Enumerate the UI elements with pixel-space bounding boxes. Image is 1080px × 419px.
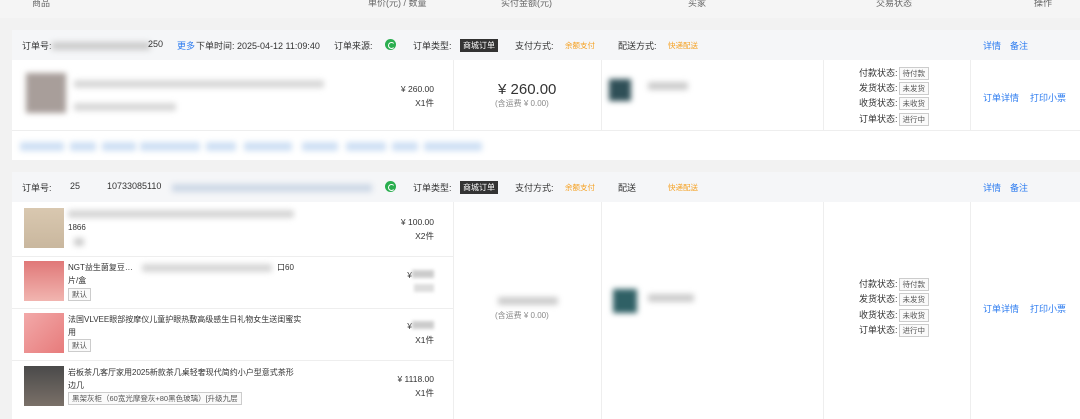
product-spec-blurred [74, 103, 176, 111]
product-line2: 边几 [68, 381, 84, 390]
spec-chip: 黑架灰柜（60宽光摩登灰+80黑色玻璃）[升级九层 [68, 392, 242, 405]
product-line2: 1866 [68, 223, 86, 232]
order-card: 订单号: 25 10733085110 订单类型: 商城订单 支付方式: 余额支… [12, 172, 1080, 419]
col-action: 操作 [1034, 0, 1053, 8]
paid-amount-blurred [498, 297, 558, 305]
order-detail-link[interactable]: 订单详情 [983, 302, 1019, 315]
item-price: ¥ [374, 268, 434, 296]
buyer-name-blurred [648, 294, 694, 302]
product-title: NGT益生菌复豆… [68, 263, 133, 272]
order-time: 下单时间: 2025-04-12 11:09:40 [196, 41, 320, 51]
order-detail-link[interactable]: 订单详情 [983, 91, 1019, 104]
print-ticket-link[interactable]: 打印小票 [1030, 302, 1066, 315]
product-title-blurred [74, 80, 324, 88]
detail-link[interactable]: 详情 [983, 39, 1001, 52]
item-price: ¥ 100.00 X2件 [400, 217, 434, 241]
detail-link[interactable]: 详情 [983, 181, 1001, 194]
product-thumbnail[interactable] [24, 366, 64, 406]
paid-shipping: (含运费 ¥ 0.00) [495, 99, 549, 108]
product-title-blurred [68, 210, 294, 218]
item-price: ¥ X1件 [407, 321, 434, 345]
spec-chip: 默认 [68, 288, 91, 301]
order-type-label: 订单类型: [413, 183, 452, 193]
ship-value: 快递配送 [668, 41, 698, 50]
product-thumbnail[interactable] [26, 73, 66, 113]
order-no-blurred [52, 42, 150, 50]
col-unit-price: 单价(元) / 数量 [368, 0, 427, 8]
col-buyer: 买家 [688, 0, 707, 8]
product-title-blurred [142, 264, 272, 272]
product-thumbnail[interactable] [24, 208, 64, 248]
more-link[interactable]: 更多 [177, 39, 195, 52]
pay-label: 支付方式: [515, 41, 554, 51]
col-product: 商品 [32, 0, 51, 8]
order-header: 订单号: 250 更多 下单时间: 2025-04-12 11:09:40 订单… [12, 30, 1080, 60]
col-paid: 实付金额(元) [501, 0, 552, 8]
item-price: ¥ 260.00 X1件 [400, 84, 434, 108]
product-spec-blurred [74, 238, 84, 246]
spec-chip: 默认 [68, 339, 91, 352]
order-type-badge: 商城订单 [460, 181, 498, 194]
ship-label: 配送 [618, 183, 637, 193]
order-card: 订单号: 250 更多 下单时间: 2025-04-12 11:09:40 订单… [12, 30, 1080, 160]
ship-label: 配送方式: [618, 41, 657, 51]
note-link[interactable]: 备注 [1010, 39, 1028, 52]
order-type-label: 订单类型: [413, 41, 452, 51]
buyer-avatar [609, 79, 631, 101]
order-no-label: 订单号: [22, 183, 52, 193]
paid-amount: ¥ 260.00 [498, 81, 557, 98]
product-line2: 用 [68, 328, 76, 337]
note-link[interactable]: 备注 [1010, 181, 1028, 194]
col-trade-status: 交易状态 [876, 0, 913, 8]
print-ticket-link[interactable]: 打印小票 [1030, 91, 1066, 104]
buyer-avatar [613, 289, 637, 313]
pay-value: 余额支付 [565, 41, 595, 50]
order-no-suffix: 250 [148, 39, 164, 49]
pay-label: 支付方式: [515, 183, 554, 193]
order-time-blurred [172, 184, 372, 192]
product-thumbnail[interactable] [24, 313, 64, 353]
source-label: 订单来源: [334, 41, 373, 51]
product-thumbnail[interactable] [24, 261, 64, 301]
pay-value: 余额支付 [565, 183, 595, 192]
order-header: 订单号: 25 10733085110 订单类型: 商城订单 支付方式: 余额支… [12, 172, 1080, 202]
ship-value: 快递配送 [668, 183, 698, 192]
item-price: ¥ 1118.00 X1件 [397, 374, 434, 398]
order-type-badge: 商城订单 [460, 39, 498, 52]
source-icon [385, 181, 396, 193]
wechat-source-icon [385, 39, 396, 51]
order-no-partial: 10733085110 [107, 181, 162, 191]
order-no-value: 25 [70, 181, 81, 191]
product-line2: 片/盒 [68, 276, 87, 285]
product-title: 法国VLVEE眼部按摩仪儿童护眼热敷高级感生日礼物女生送闺蜜实 [68, 315, 302, 324]
paid-shipping: (含运费 ¥ 0.00) [495, 311, 549, 320]
order-no-label: 订单号: [22, 41, 52, 51]
product-title: 岩板茶几客厅家用2025新款茶几桌轻奢现代简约小户型意式茶形 [68, 368, 294, 377]
buyer-name-blurred [648, 82, 688, 90]
table-header: 商品 单价(元) / 数量 实付金额(元) 买家 交易状态 操作 [0, 0, 1080, 18]
product-title-tail: 口60 [277, 263, 294, 272]
